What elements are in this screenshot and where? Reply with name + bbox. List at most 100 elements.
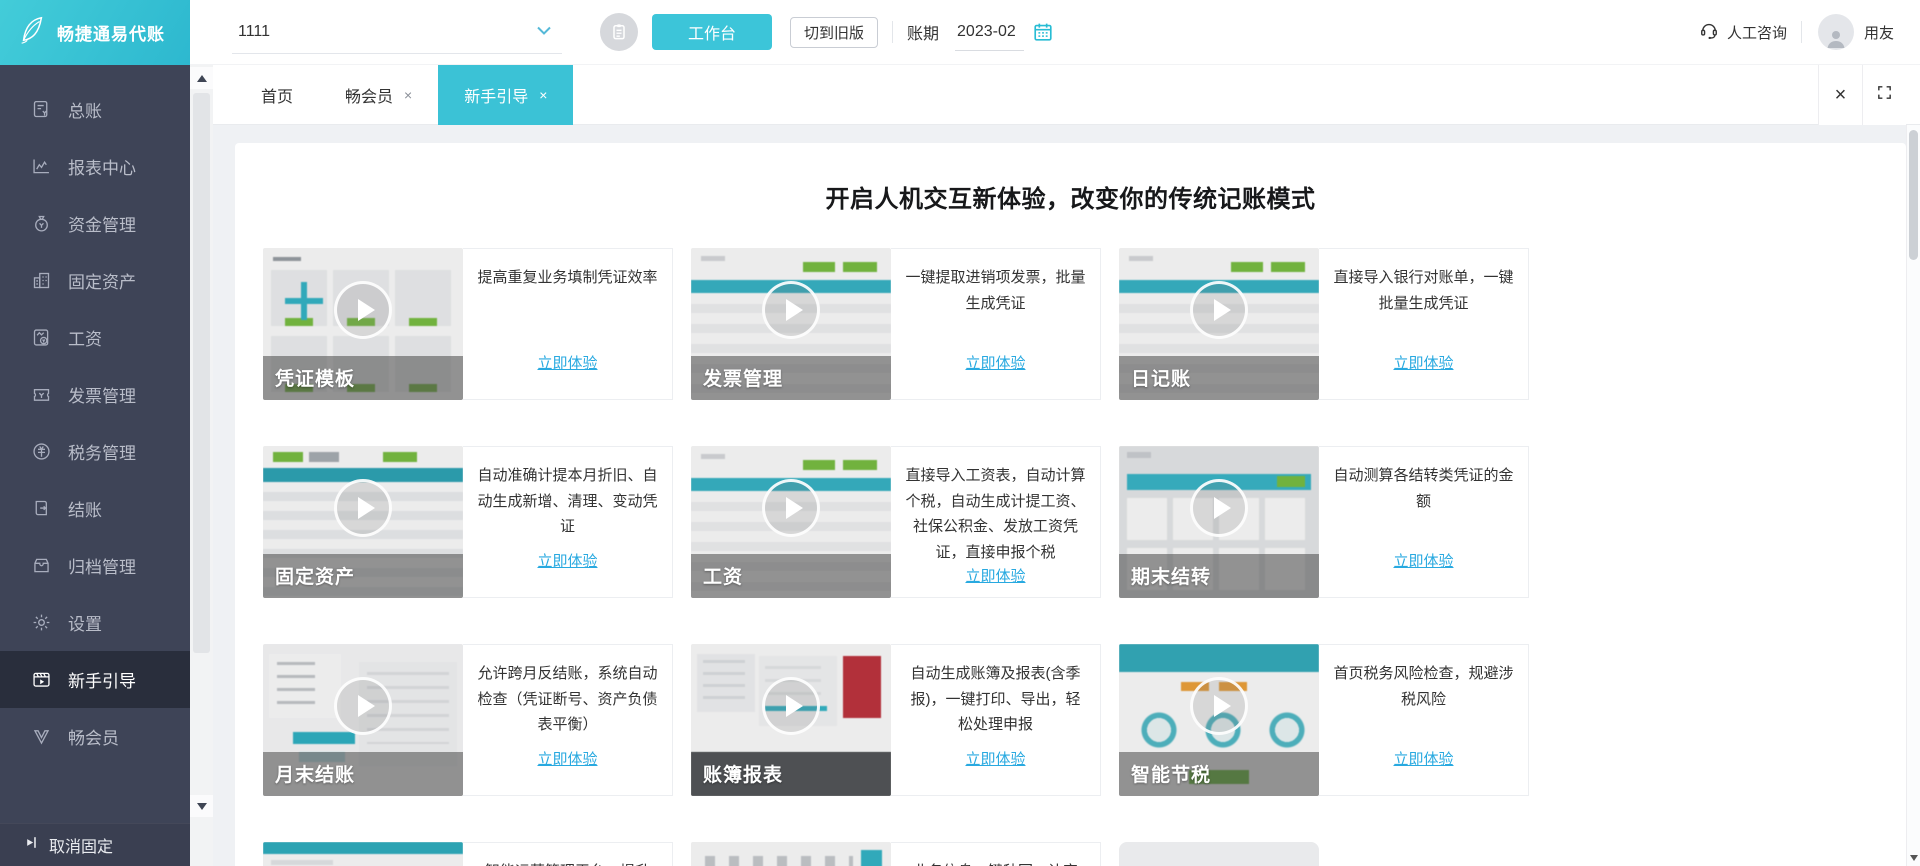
support-link[interactable]: 人工咨询 — [1699, 19, 1787, 45]
tab-member[interactable]: 畅会员 × — [319, 65, 438, 125]
sidebar-item-payroll[interactable]: 工资 — [0, 309, 190, 366]
sidebar-item-general-ledger[interactable]: 总账 — [0, 81, 190, 138]
sidebar-item-label: 税务管理 — [68, 444, 136, 463]
video-thumbnail[interactable]: 发票管理 — [691, 248, 891, 400]
page-scrollbar-thumb[interactable] — [1909, 130, 1918, 260]
tab-close-icon[interactable]: × — [404, 87, 412, 103]
sidebar-scrollbar-thumb[interactable] — [193, 93, 210, 653]
avatar[interactable] — [1817, 14, 1854, 50]
play-button-icon[interactable] — [334, 479, 392, 537]
header-right: 人工咨询 用友 — [1699, 14, 1920, 50]
calendar-icon[interactable] — [1032, 21, 1054, 43]
sidebar-item-tax[interactable]: 税务管理 — [0, 423, 190, 480]
account-select[interactable]: 1111 — [232, 10, 562, 54]
sidebar-scroll-up-button[interactable] — [190, 67, 213, 89]
sidebar-item-label: 总账 — [68, 102, 102, 121]
sidebar-item-fixed-assets[interactable]: 固定资产 — [0, 252, 190, 309]
video-thumbnail[interactable] — [263, 842, 463, 866]
sidebar-item-closing[interactable]: 结账 — [0, 480, 190, 537]
video-thumbnail[interactable] — [691, 842, 891, 866]
try-now-link[interactable]: 立即体验 — [537, 550, 597, 571]
brand-feather-icon — [16, 14, 48, 51]
switch-old-version-button[interactable]: 切到旧版 — [790, 16, 879, 48]
tab-label: 新手引导 — [464, 88, 529, 106]
play-button-icon[interactable] — [762, 479, 820, 537]
video-thumbnail[interactable]: 期末结转 — [1119, 446, 1319, 598]
sidebar-item-member[interactable]: 畅会员 — [0, 708, 190, 765]
video-thumbnail[interactable]: 凭证模板 — [263, 248, 463, 400]
play-button-icon[interactable] — [334, 281, 392, 339]
sidebar-item-label: 归档管理 — [68, 558, 136, 577]
page-scroll-down-button[interactable] — [1907, 850, 1920, 866]
sidebar-item-report-center[interactable]: 报表中心 — [0, 138, 190, 195]
workbench-button[interactable]: 工作台 — [652, 14, 772, 50]
try-now-link[interactable]: 立即体验 — [537, 748, 597, 769]
funds-icon — [30, 212, 53, 235]
feature-info: 允许跨月反结账，系统自动检查（凭证断号、资产负债表平衡） 立即体验 — [463, 644, 673, 796]
sidebar-item-label: 设置 — [68, 615, 102, 634]
video-title: 月末结账 — [275, 765, 356, 786]
video-thumbnail[interactable]: 月末结账 — [263, 644, 463, 796]
app-window: 畅捷通易代账 1111 工作台 切到旧版 账期 2023-02 人工咨询 用友 … — [0, 0, 1920, 866]
video-title: 凭证模板 — [275, 369, 356, 390]
try-now-link[interactable]: 立即体验 — [1393, 352, 1453, 373]
play-button-icon[interactable] — [1190, 677, 1248, 735]
tab-guide[interactable]: 新手引导 × — [438, 64, 574, 125]
period-label: 账期 — [907, 26, 940, 43]
sidebar-item-settings[interactable]: 设置 — [0, 594, 190, 651]
try-now-link[interactable]: 立即体验 — [1393, 550, 1453, 571]
tab-close-icon[interactable]: × — [539, 87, 547, 103]
try-now-link[interactable]: 立即体验 — [537, 352, 597, 373]
feature-card-journal: 日记账 直接导入银行对账单，一键批量生成凭证 立即体验 — [1119, 248, 1529, 400]
tab-label: 首页 — [261, 88, 294, 106]
video-thumbnail[interactable]: 日记账 — [1119, 248, 1319, 400]
video-thumbnail[interactable]: 智能节税 — [1119, 644, 1319, 796]
sidebar-item-invoice[interactable]: 发票管理 — [0, 366, 190, 423]
video-thumbnail[interactable]: 账簿报表 — [691, 644, 891, 796]
tab-controls: × — [1818, 65, 1906, 125]
sidebar-item-label: 固定资产 — [68, 273, 136, 292]
play-button-icon[interactable] — [762, 281, 820, 339]
feature-info: 提高重复业务填制凭证效率 立即体验 — [463, 248, 673, 400]
settings-icon — [30, 611, 53, 634]
feature-card-books-reports: 账簿报表 自动生成账簿及报表(含季报)，一键打印、导出，轻松处理申报 立即体验 — [691, 644, 1101, 796]
sidebar-item-funds[interactable]: 资金管理 — [0, 195, 190, 252]
page-scrollbar[interactable] — [1906, 125, 1920, 866]
video-thumbnail[interactable]: 工资 — [691, 446, 891, 598]
chevron-down-icon[interactable] — [536, 23, 552, 41]
journal-badge-icon[interactable] — [600, 13, 638, 51]
play-button-icon[interactable] — [762, 677, 820, 735]
sidebar-item-guide[interactable]: 新手引导 — [0, 651, 190, 708]
unpin-label: 取消固定 — [49, 839, 114, 856]
sidebar-item-label: 畅会员 — [68, 729, 119, 748]
feature-description: 允许跨月反结账，系统自动检查（凭证断号、资产负债表平衡） — [477, 665, 658, 733]
header-bar: 1111 工作台 切到旧版 账期 2023-02 人工咨询 用友 — [190, 0, 1920, 65]
ledger-icon — [30, 98, 53, 121]
try-now-link[interactable]: 立即体验 — [965, 748, 1025, 769]
period-value[interactable]: 2023-02 — [955, 23, 1024, 51]
play-button-icon[interactable] — [1190, 479, 1248, 537]
play-button-icon[interactable] — [1190, 281, 1248, 339]
tab-home[interactable]: 首页 — [235, 65, 319, 125]
video-thumbnail[interactable]: 固定资产 — [263, 446, 463, 598]
try-now-link[interactable]: 立即体验 — [1393, 748, 1453, 769]
play-button-icon[interactable] — [334, 677, 392, 735]
sidebar-scroll-down-button[interactable] — [190, 795, 213, 817]
sidebar-scrollbar[interactable] — [190, 65, 213, 866]
unpin-sidebar-button[interactable]: 取消固定 — [0, 823, 190, 866]
fullscreen-button[interactable] — [1862, 65, 1906, 125]
invoice-icon — [30, 383, 53, 406]
try-now-link[interactable]: 立即体验 — [965, 352, 1025, 373]
member-icon — [30, 725, 53, 748]
feature-card-invoice-manage: 发票管理 一键提取进销项发票，批量生成凭证 立即体验 — [691, 248, 1101, 400]
triangle-up-icon — [196, 74, 207, 82]
fullscreen-icon — [1876, 84, 1893, 106]
sidebar: 总账 报表中心 资金管理 固定资产 工资 发票管理 税务管理 结账 归档管理 设… — [0, 65, 190, 866]
try-now-link[interactable]: 立即体验 — [965, 565, 1025, 586]
close-tab-button[interactable]: × — [1818, 65, 1862, 125]
user-name[interactable]: 用友 — [1864, 22, 1894, 43]
sidebar-menu: 总账 报表中心 资金管理 固定资产 工资 发票管理 税务管理 结账 归档管理 设… — [0, 65, 190, 823]
archive-icon — [30, 554, 53, 577]
sidebar-item-archive[interactable]: 归档管理 — [0, 537, 190, 594]
video-thumbnail[interactable] — [1119, 842, 1319, 866]
